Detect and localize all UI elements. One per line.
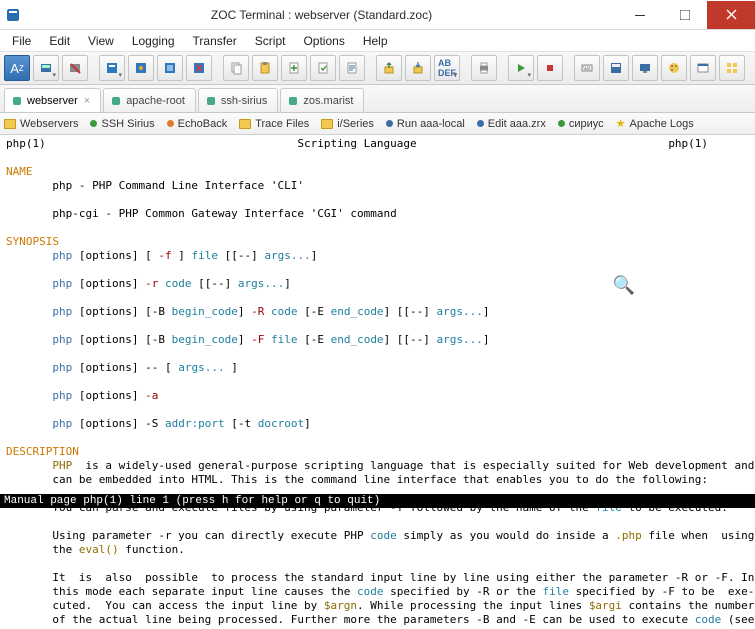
print-icon[interactable]: [471, 55, 497, 81]
dot-icon: [90, 120, 97, 127]
tab-label: apache-root: [126, 95, 185, 107]
tab-zos-marist[interactable]: zos.marist: [280, 88, 364, 112]
open-file-icon[interactable]: [310, 55, 336, 81]
profile-icon[interactable]: [99, 55, 125, 81]
bookmark-ssh-sirius[interactable]: SSH Sirius: [90, 118, 154, 130]
sort-icon[interactable]: AZ: [4, 55, 30, 81]
menu-script[interactable]: Script: [247, 32, 294, 50]
log-file-icon[interactable]: [339, 55, 365, 81]
menu-logging[interactable]: Logging: [124, 32, 183, 50]
bookmark-iseries[interactable]: i/Series: [321, 118, 374, 130]
upload-icon[interactable]: [376, 55, 402, 81]
transfer-type-icon[interactable]: ABDEF: [434, 55, 460, 81]
dot-icon: [477, 120, 484, 127]
paste-icon[interactable]: [252, 55, 278, 81]
palette-icon[interactable]: [661, 55, 687, 81]
dot-icon: [167, 120, 174, 127]
tab-status-icon: [13, 97, 21, 105]
keyboard-icon[interactable]: [574, 55, 600, 81]
close-button[interactable]: [707, 1, 755, 29]
tab-label: zos.marist: [303, 95, 353, 107]
display-icon[interactable]: [632, 55, 658, 81]
menu-view[interactable]: View: [80, 32, 122, 50]
bookmark-trace-files[interactable]: Trace Files: [239, 118, 309, 130]
copy-icon[interactable]: [223, 55, 249, 81]
minimize-button[interactable]: [617, 1, 662, 29]
window-title: ZOC Terminal : webserver (Standard.zoc): [26, 8, 617, 22]
stop-script-icon[interactable]: [537, 55, 563, 81]
tab-bar: webserver × apache-root ssh-sirius zos.m…: [0, 85, 755, 113]
tab-status-icon: [207, 97, 215, 105]
menu-edit[interactable]: Edit: [41, 32, 78, 50]
window-icon[interactable]: [690, 55, 716, 81]
menu-help[interactable]: Help: [355, 32, 396, 50]
bookmark-sirius-ru[interactable]: сириус: [558, 118, 604, 130]
folder-icon: [321, 119, 333, 129]
terminal-pane[interactable]: php(1) Scripting Language php(1) NAME ph…: [0, 135, 755, 508]
menu-bar: File Edit View Logging Transfer Script O…: [0, 30, 755, 51]
close-icon[interactable]: ×: [84, 95, 90, 107]
menu-options[interactable]: Options: [295, 32, 352, 50]
title-bar: ZOC Terminal : webserver (Standard.zoc): [0, 0, 755, 30]
bookmark-apache-logs[interactable]: ★Apache Logs: [616, 117, 694, 130]
folder-icon: [239, 119, 251, 129]
app-icon: [0, 0, 26, 30]
tab-webserver[interactable]: webserver ×: [4, 88, 101, 112]
download-icon[interactable]: [405, 55, 431, 81]
menu-file[interactable]: File: [4, 32, 39, 50]
new-file-icon[interactable]: [281, 55, 307, 81]
toolbar: AZ ABDEF: [0, 51, 755, 85]
tab-ssh-sirius[interactable]: ssh-sirius: [198, 88, 278, 112]
bookmark-bar: Webservers SSH Sirius EchoBack Trace Fil…: [0, 113, 755, 135]
bookmark-edit-aaa-zrx[interactable]: Edit aaa.zrx: [477, 118, 546, 130]
maximize-button[interactable]: [662, 1, 707, 29]
dot-icon: [386, 120, 393, 127]
menu-transfer[interactable]: Transfer: [185, 32, 245, 50]
connection-icon[interactable]: [33, 55, 59, 81]
tab-apache-root[interactable]: apache-root: [103, 88, 196, 112]
man-status-line: Manual page php(1) line 1 (press h for h…: [0, 494, 755, 508]
clear-icon[interactable]: [186, 55, 212, 81]
bookmark-echoback[interactable]: EchoBack: [167, 118, 228, 130]
layout-icon[interactable]: [719, 55, 745, 81]
tab-status-icon: [289, 97, 297, 105]
tab-status-icon: [112, 97, 120, 105]
options-icon[interactable]: [157, 55, 183, 81]
tab-label: webserver: [27, 95, 78, 107]
disconnect-icon[interactable]: [62, 55, 88, 81]
dot-icon: [558, 120, 565, 127]
bookmark-run-aaa-local[interactable]: Run aaa-local: [386, 118, 465, 130]
tab-label: ssh-sirius: [221, 95, 267, 107]
star-icon: ★: [616, 117, 626, 130]
bookmark-webservers[interactable]: Webservers: [4, 118, 78, 130]
terminal-content: php(1) Scripting Language php(1) NAME ph…: [0, 135, 755, 629]
prefs-icon[interactable]: [603, 55, 629, 81]
folder-icon: [4, 119, 16, 129]
settings-icon[interactable]: [128, 55, 154, 81]
run-script-icon[interactable]: [508, 55, 534, 81]
